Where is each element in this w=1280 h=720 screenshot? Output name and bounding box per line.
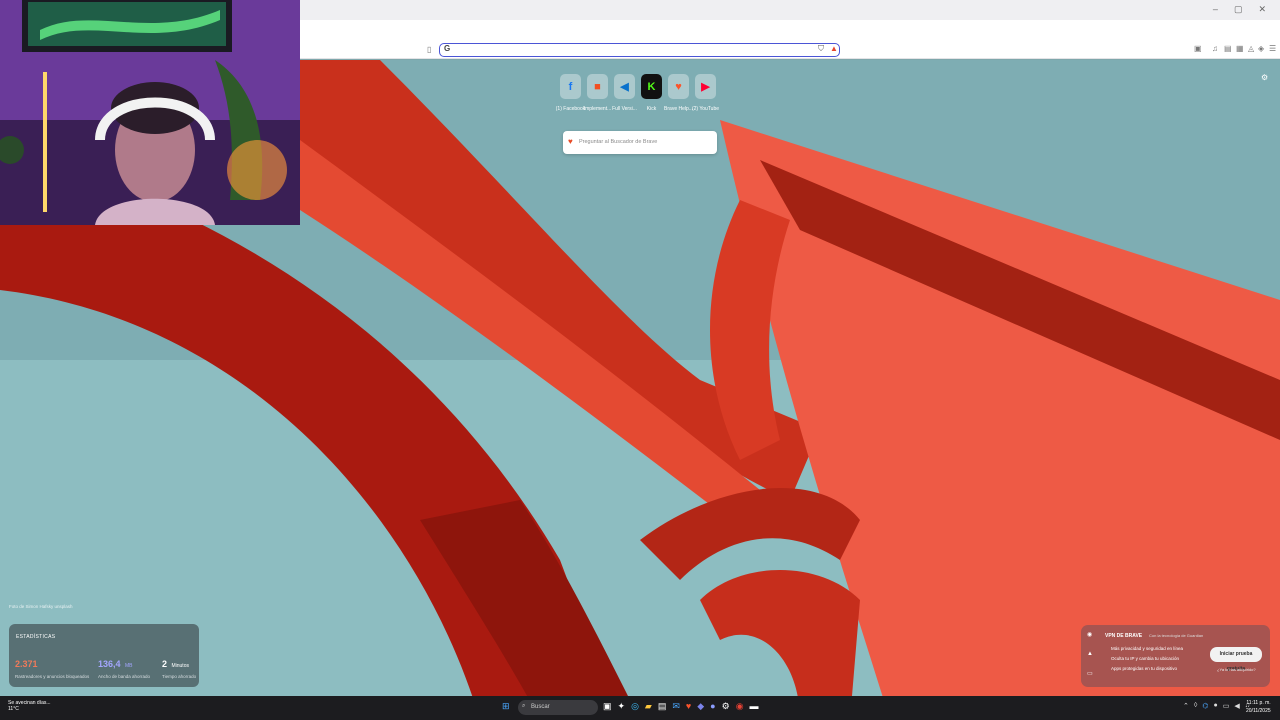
music-icon[interactable]: ♫: [1212, 44, 1218, 53]
taskbar-pinned-apps: ▣ ✦ ◎ ▰ ▤ ✉ ♥ ◆ ● ⚙ ◉ ▬: [603, 701, 759, 712]
settings-icon[interactable]: ⚙: [722, 701, 730, 712]
vpn-bullet: Apps protegidas en tu dispositivo: [1111, 666, 1178, 671]
brave-rewards-icon[interactable]: ▲: [830, 44, 838, 53]
vpn-promo-card: ◉ ▲ ▭ VPN DE BRAVE Con la tecnología de …: [1081, 625, 1270, 687]
task-view-icon[interactable]: ▣: [603, 701, 612, 712]
window-controls: – ▢ ✕: [1213, 4, 1266, 15]
vpn-subtitle: Con la tecnología de Guardian: [1149, 633, 1204, 638]
youtube-icon: ▶: [695, 74, 716, 99]
clock-time: 11:11 p. m.: [1246, 700, 1271, 706]
brave-search-box[interactable]: ♥ Preguntar al Buscador de Brave: [563, 131, 717, 154]
copilot-icon[interactable]: ✦: [618, 701, 626, 712]
mic-icon[interactable]: ●: [1213, 702, 1217, 710]
brave-shields-icon[interactable]: ⛉: [818, 44, 824, 54]
top-site-youtube[interactable]: ▶ (2) YouTube: [692, 74, 719, 112]
stat-unit: MB: [124, 663, 133, 669]
terminal-icon[interactable]: ▬: [750, 701, 759, 712]
chevron-up-icon[interactable]: ⌃: [1183, 702, 1189, 710]
top-sites: f (1) Facebook ■ Implement... ◀ Full Ver…: [556, 74, 719, 112]
menu-icon[interactable]: ☰: [1269, 44, 1276, 53]
stat-value: 136,4: [98, 659, 121, 669]
microsoft-icon: ■: [587, 74, 608, 99]
brave-taskbar-icon[interactable]: ♥: [686, 701, 691, 712]
stat-desc: Rastreadores y anuncios bloqueados: [15, 674, 90, 679]
bluetooth-icon[interactable]: ⌬: [1202, 702, 1208, 710]
system-tray: ⌃ ◊ ⌬ ● ▭ ◀ ♫: [1183, 702, 1250, 710]
stats-title: ESTADÍSTICAS: [16, 634, 56, 640]
webcam-overlay: [0, 0, 300, 225]
wallet-icon[interactable]: ▤: [1224, 44, 1232, 53]
address-bar[interactable]: G ⛉ ▲: [439, 43, 840, 57]
kick-icon: K: [641, 74, 662, 99]
weather-temp: 11°C: [8, 706, 19, 712]
bookmark-icon[interactable]: ▯: [427, 45, 431, 54]
vpn-title: VPN DE BRAVE: [1105, 633, 1143, 639]
network-icon[interactable]: ◊: [1194, 702, 1197, 710]
vpn-trial-button[interactable]: Iniciar prueba gratuita: [1210, 647, 1262, 672]
sidebar-icon[interactable]: ▣: [1194, 44, 1202, 53]
discord-icon[interactable]: ●: [710, 701, 715, 712]
address-bar-value: G: [444, 44, 451, 53]
brave-lion-icon: ♥: [568, 137, 573, 146]
webcam-image: [0, 0, 300, 225]
taskbar-search[interactable]: ⌕ Buscar: [518, 700, 598, 715]
taskbar: Se avecinan días... 11°C ⊞ ⌕ Buscar ▣ ✦ …: [0, 696, 1280, 720]
brave-icon: ♥: [668, 74, 689, 99]
extensions-icon[interactable]: ▦: [1236, 44, 1244, 53]
stat-value: 2.371: [15, 659, 38, 669]
file-explorer-icon[interactable]: ▰: [645, 701, 652, 712]
vpn-bullet: Oculta tu IP y cambia tu ubicación: [1111, 656, 1179, 661]
close-button[interactable]: ✕: [1258, 4, 1266, 15]
photo-credit[interactable]: Foto de Simon Hafsky unsplash: [9, 604, 73, 609]
gear-icon[interactable]: ⚙: [1261, 73, 1268, 82]
vpn-already-purchased-link[interactable]: ¿Ya lo has adquirido?: [1217, 667, 1256, 672]
stat-desc: Ancho de banda ahorrado: [98, 674, 151, 679]
clock-date: 20/11/2025: [1246, 708, 1271, 714]
maximize-button[interactable]: ▢: [1234, 4, 1243, 15]
teams-icon[interactable]: ◆: [697, 701, 704, 712]
stat-unit: Minutos: [171, 663, 189, 669]
chat-icon[interactable]: ▭: [1087, 670, 1093, 677]
search-placeholder: Preguntar al Buscador de Brave: [579, 139, 658, 145]
display-icon[interactable]: ▭: [1223, 702, 1230, 710]
stat-time: 2 Minutos Tiempo ahorrado: [162, 654, 196, 679]
stat-value: 2: [162, 659, 168, 669]
stat-trackers: 2.371 Rastreadores y anuncios bloqueados: [15, 654, 89, 679]
minimize-button[interactable]: –: [1213, 4, 1218, 15]
location-icon[interactable]: ◉: [1087, 631, 1093, 638]
vscode-icon: ◀: [614, 74, 635, 99]
taskbar-apps: ⊞: [502, 701, 510, 712]
vpn-icon[interactable]: ◈: [1258, 44, 1264, 53]
stat-desc: Tiempo ahorrado: [162, 674, 197, 679]
stats-widget: ESTADÍSTICAS 2.371 Rastreadores y anunci…: [9, 624, 199, 687]
notifications-icon[interactable]: ◬: [1248, 44, 1254, 53]
warning-icon[interactable]: ▲: [1087, 651, 1093, 657]
facebook-icon: f: [560, 74, 581, 99]
windows-start-icon[interactable]: ⊞: [502, 701, 510, 712]
search-icon: ⌕: [522, 703, 526, 709]
top-site-label: (2) YouTube: [691, 106, 720, 112]
stat-bandwidth: 136,4 MB Ancho de banda ahorrado: [98, 654, 150, 679]
mail-icon[interactable]: ✉: [672, 701, 680, 712]
vpn-card-sidebar: ◉ ▲ ▭: [1087, 631, 1093, 677]
chrome-icon[interactable]: ◉: [736, 701, 744, 712]
vpn-bullet: Más privacidad y seguridad en línea: [1111, 646, 1184, 651]
volume-icon[interactable]: ◀: [1234, 702, 1239, 710]
taskbar-clock[interactable]: 11:11 p. m. 20/11/2025: [1246, 699, 1271, 715]
edge-icon[interactable]: ◎: [631, 701, 639, 712]
taskbar-search-placeholder: Buscar: [531, 704, 550, 710]
weather-widget[interactable]: Se avecinan días... 11°C: [8, 700, 51, 712]
store-icon[interactable]: ▤: [658, 701, 667, 712]
